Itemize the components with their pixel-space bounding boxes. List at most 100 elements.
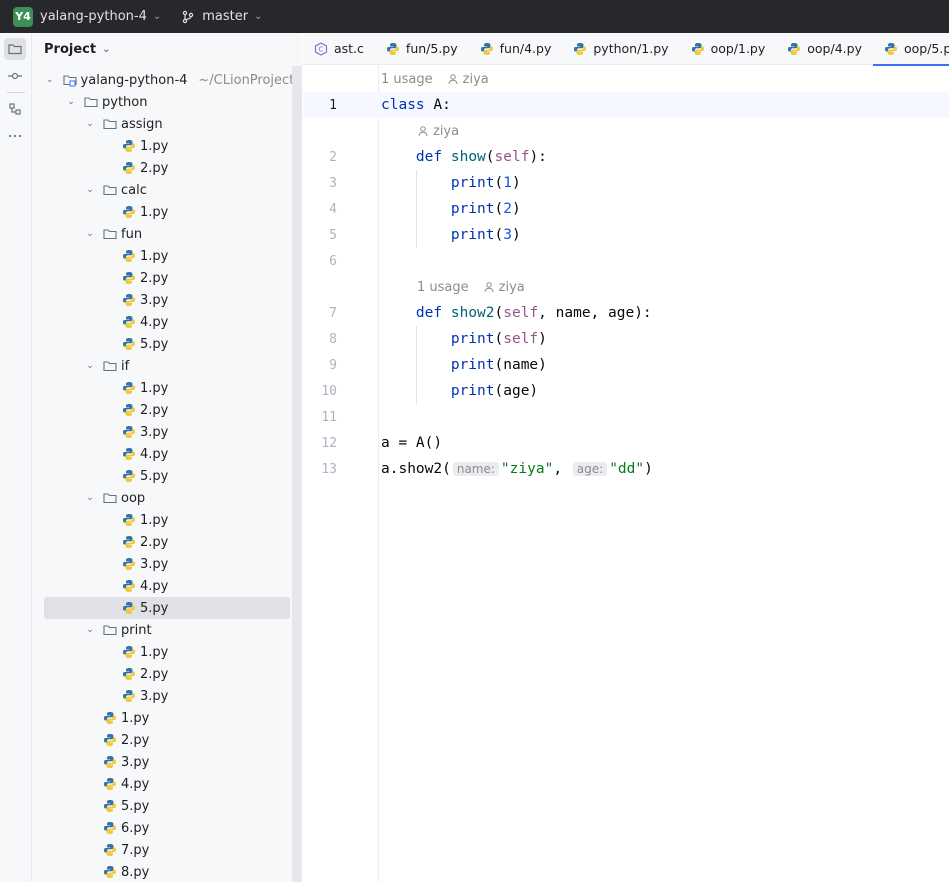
author-hint[interactable]: ziya [483,280,525,295]
tree-file[interactable]: 4.py [32,575,302,597]
code-line[interactable]: 9 print(name) [303,352,949,378]
tab-label: oop/4.py [807,41,862,56]
code-line[interactable]: 7 def show2(self, name, age): [303,300,949,326]
code-line[interactable]: 4 print(2) [303,196,949,222]
code-lens[interactable]: 1 usage ziya [381,66,489,92]
editor-tab[interactable]: oop/4.py [776,33,873,65]
chevron-down-icon[interactable]: ⌄ [153,11,161,22]
code-line[interactable]: 3 print(1) [303,170,949,196]
code-line[interactable]: 6 [303,248,949,274]
tree-file[interactable]: 5.py [32,465,302,487]
chevron-down-icon[interactable]: ⌄ [65,97,77,107]
tree-folder[interactable]: ⌄ python [32,91,302,113]
branch-name[interactable]: master [202,9,248,24]
tree-file[interactable]: 5.py [32,333,302,355]
tab-label: fun/5.py [405,41,458,56]
usage-count[interactable]: 1 usage [417,280,469,295]
commit-icon[interactable] [4,65,26,87]
editor-tab[interactable]: oop/5.py✕ [872,33,949,66]
tree-file[interactable]: 8.py [32,861,302,882]
code-line[interactable]: 12 a = A() [303,430,949,456]
tree-file[interactable]: 3.py [32,553,302,575]
tree-file[interactable]: 1.py [32,135,302,157]
python-file-icon [102,864,118,880]
tree-file[interactable]: 4.py [32,773,302,795]
tree-folder[interactable]: ⌄ calc [32,179,302,201]
project-name[interactable]: yalang-python-4 [40,9,147,24]
code-line[interactable]: 2 def show(self): [303,144,949,170]
tree-file[interactable]: 3.py [32,289,302,311]
code-editor[interactable]: 1 usage ziya 1 class A: ziya 2 def show(… [303,66,949,882]
tree-file[interactable]: 7.py [32,839,302,861]
tree-folder[interactable]: ⌄ if [32,355,302,377]
line-number: 4 [329,201,337,217]
tool-window-strip [0,33,32,882]
tree-file[interactable]: 3.py [32,685,302,707]
author-hint[interactable]: ziya [417,124,459,139]
tree-file[interactable]: 2.py [32,663,302,685]
tree-file[interactable]: 1.py [32,245,302,267]
chevron-down-icon[interactable]: ⌄ [254,11,262,22]
tree-item-label: 7.py [121,842,150,858]
structure-icon[interactable] [4,98,26,120]
chevron-down-icon[interactable]: ⌄ [102,44,110,55]
author-hint[interactable]: ziya [447,72,489,87]
user-icon [484,282,494,293]
usage-count[interactable]: 1 usage [381,72,433,87]
tree-file[interactable]: 3.py [32,751,302,773]
tree-file[interactable]: 4.py [32,443,302,465]
tree-root[interactable]: ⌄ yalang-python-4 ~/CLionProjects/ [32,69,302,91]
tree-folder[interactable]: ⌄ assign [32,113,302,135]
project-panel-header[interactable]: Project ⌄ [32,33,302,66]
code-line[interactable]: 5 print(3) [303,222,949,248]
editor-tab[interactable]: fun/5.py [375,33,469,65]
chevron-down-icon[interactable]: ⌄ [84,229,96,239]
chevron-down-icon[interactable]: ⌄ [84,625,96,635]
tree-item-label: 1.py [140,380,169,396]
python-file-icon [121,556,137,572]
code-lens[interactable]: ziya [417,118,459,144]
project-badge[interactable]: Y4 [13,6,33,27]
tree-file[interactable]: 1.py [32,201,302,223]
tree-file[interactable]: 5.py [44,597,290,619]
code-line[interactable]: 10 print(age) [303,378,949,404]
tree-file[interactable]: 1.py [32,377,302,399]
tree-file[interactable]: 1.py [32,509,302,531]
python-file-icon [121,160,137,176]
tree-file[interactable]: 2.py [32,267,302,289]
code-line[interactable]: 1 class A: [303,92,949,118]
tree-folder[interactable]: ⌄ print [32,619,302,641]
code-line[interactable]: 13 a.show2(name: "ziya", age: "dd") [303,456,949,482]
tab-label: fun/4.py [499,41,552,56]
chevron-down-icon[interactable]: ⌄ [84,361,96,371]
tree-file[interactable]: 1.py [32,707,302,729]
editor-tab[interactable]: fun/4.py [469,33,563,65]
tree-file[interactable]: 2.py [32,531,302,553]
tree-file[interactable]: 5.py [32,795,302,817]
chevron-down-icon[interactable]: ⌄ [84,119,96,129]
tree-file[interactable]: 6.py [32,817,302,839]
editor-tab[interactable]: oop/1.py [680,33,777,65]
chevron-down-icon[interactable]: ⌄ [46,75,54,85]
tree-file[interactable]: 4.py [32,311,302,333]
tree-file[interactable]: 2.py [32,157,302,179]
editor-tab[interactable]: Cast.c [303,33,375,65]
scrollbar[interactable] [292,66,302,882]
tree-file[interactable]: 1.py [32,641,302,663]
code-line[interactable]: 8 print(self) [303,326,949,352]
folder-icon[interactable] [4,38,26,60]
tree-folder[interactable]: ⌄ fun [32,223,302,245]
tree-folder[interactable]: ⌄ oop [32,487,302,509]
more-icon[interactable] [4,125,26,147]
tree-file[interactable]: 2.py [32,399,302,421]
tree-file[interactable]: 2.py [32,729,302,751]
divider [7,92,25,93]
tree-file[interactable]: 3.py [32,421,302,443]
chevron-down-icon[interactable]: ⌄ [84,493,96,503]
code-line[interactable]: 11 [303,404,949,430]
parameter-hint: age: [572,462,608,476]
editor-tab[interactable]: python/1.py [562,33,679,65]
tree-item-label: 1.py [121,710,150,726]
code-lens[interactable]: 1 usage ziya [417,274,525,300]
chevron-down-icon[interactable]: ⌄ [84,185,96,195]
